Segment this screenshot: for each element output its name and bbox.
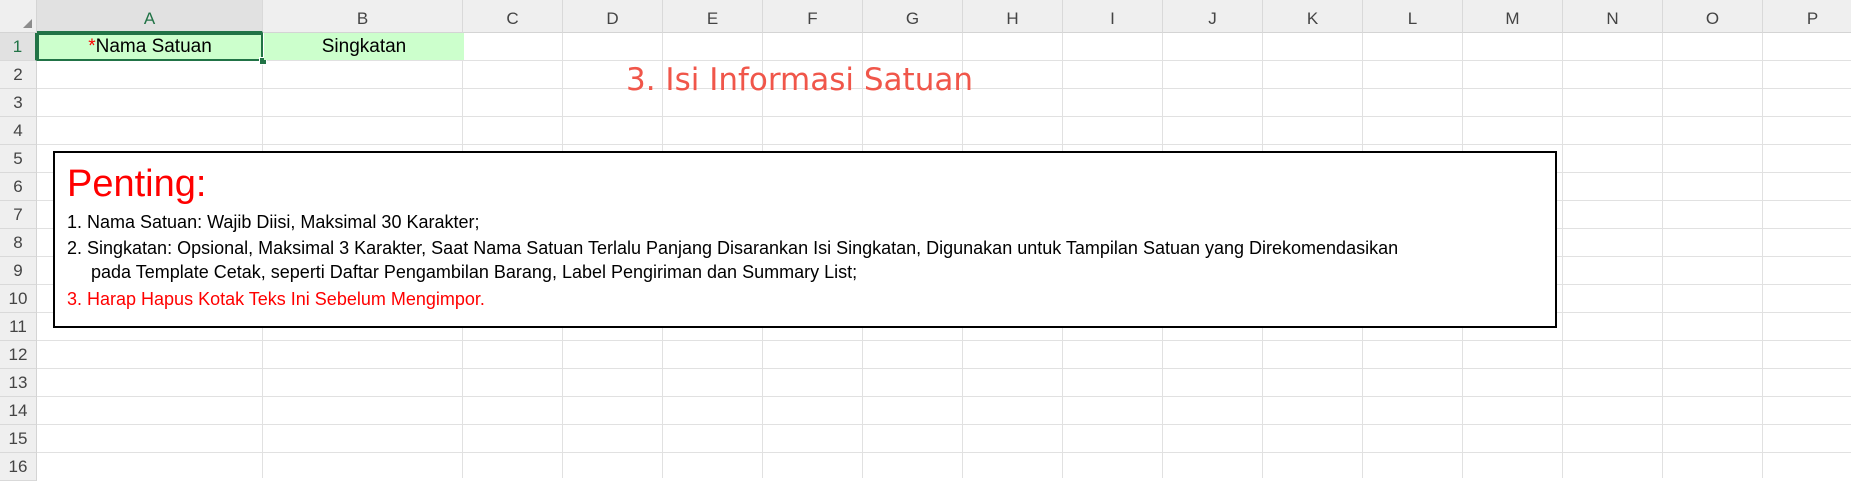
- row-header-16[interactable]: 16: [0, 453, 37, 481]
- instruction-annotation: 3. Isi Informasi Satuan: [626, 62, 973, 98]
- note-line-2: 2. Singkatan: Opsional, Maksimal 3 Karak…: [67, 238, 1399, 258]
- column-header-g[interactable]: G: [863, 0, 963, 33]
- row-header-5[interactable]: 5: [0, 145, 37, 173]
- row-header-13[interactable]: 13: [0, 369, 37, 397]
- row-header-8[interactable]: 8: [0, 229, 37, 257]
- row-header-4[interactable]: 4: [0, 117, 37, 145]
- column-header-l[interactable]: L: [1363, 0, 1463, 33]
- cell-a1[interactable]: *Nama Satuan: [37, 33, 263, 61]
- column-header-p[interactable]: P: [1763, 0, 1851, 33]
- column-header-o[interactable]: O: [1663, 0, 1763, 33]
- required-mark: *: [88, 36, 96, 57]
- column-header-b[interactable]: B: [263, 0, 463, 33]
- note-line-1: 1. Nama Satuan: Wajib Diisi, Maksimal 30…: [67, 212, 480, 232]
- note-line-3: 3. Harap Hapus Kotak Teks Ini Sebelum Me…: [67, 289, 485, 309]
- column-header-n[interactable]: N: [1563, 0, 1663, 33]
- column-header-f[interactable]: F: [763, 0, 863, 33]
- column-header-e[interactable]: E: [663, 0, 763, 33]
- row-header-11[interactable]: 11: [0, 313, 37, 341]
- row-header-14[interactable]: 14: [0, 397, 37, 425]
- column-header-a[interactable]: A: [37, 0, 263, 33]
- row-header-1[interactable]: 1: [0, 33, 37, 61]
- row-header-12[interactable]: 12: [0, 341, 37, 369]
- textbox-heading: Penting:: [67, 163, 207, 205]
- cell-a1-text: Nama Satuan: [95, 36, 212, 57]
- select-all-icon: [23, 19, 32, 28]
- row-header-15[interactable]: 15: [0, 425, 37, 453]
- column-header-d[interactable]: D: [563, 0, 663, 33]
- row-header-6[interactable]: 6: [0, 173, 37, 201]
- row-header-2[interactable]: 2: [0, 61, 37, 89]
- row-header-3[interactable]: 3: [0, 89, 37, 117]
- note-line-2-continued: pada Template Cetak, seperti Daftar Peng…: [91, 262, 858, 282]
- spreadsheet: ABCDEFGHIJKLMNOP 1 2 3 4 5 6 7 8 9 10 11 12 13 14 15 16…: [0, 0, 1851, 481]
- row-header-7[interactable]: 7: [0, 201, 37, 229]
- row-header-10[interactable]: 10: [0, 285, 37, 313]
- important-notes-textbox[interactable]: Penting: 1. Nama Satuan: Wajib Diisi, Ma…: [53, 151, 1557, 328]
- column-header-m[interactable]: M: [1463, 0, 1563, 33]
- column-header-i[interactable]: I: [1063, 0, 1163, 33]
- column-headers: ABCDEFGHIJKLMNOP: [37, 0, 1851, 33]
- column-header-k[interactable]: K: [1263, 0, 1363, 33]
- column-header-c[interactable]: C: [463, 0, 563, 33]
- column-header-h[interactable]: H: [963, 0, 1063, 33]
- select-all-button[interactable]: [0, 0, 37, 33]
- column-header-j[interactable]: J: [1163, 0, 1263, 33]
- row-header-9[interactable]: 9: [0, 257, 37, 285]
- cell-b1-text: Singkatan: [321, 36, 407, 57]
- cell-b1[interactable]: Singkatan: [264, 33, 464, 60]
